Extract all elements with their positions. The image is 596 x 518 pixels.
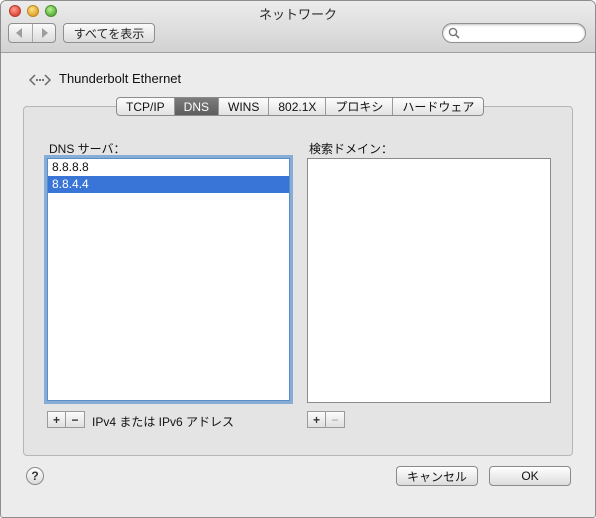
window-title: ネットワーク [258, 7, 337, 22]
add-dns-server-button[interactable]: + [47, 411, 66, 428]
tab-wins[interactable]: WINS [218, 98, 268, 115]
dns-servers-label: DNS サーバ： [49, 142, 126, 156]
forward-button[interactable] [31, 24, 56, 42]
search-domains-add-remove-group: + − [307, 411, 345, 428]
chevron-left-icon [16, 28, 23, 38]
show-all-button[interactable]: すべてを表示 [63, 23, 155, 43]
dns-server-row-selected[interactable]: 8.8.4.4 [48, 176, 289, 193]
chevron-right-icon [41, 28, 48, 38]
add-search-domain-button[interactable]: + [307, 411, 326, 428]
remove-search-domain-button[interactable]: − [326, 411, 345, 428]
dns-add-remove-group: + − [47, 411, 85, 428]
remove-dns-server-button[interactable]: − [66, 411, 85, 428]
tab-802-1x[interactable]: 802.1X [268, 98, 325, 115]
search-domains-list[interactable] [307, 158, 551, 403]
tab-tcp-ip[interactable]: TCP/IP [117, 98, 174, 115]
title-bar: ネットワーク すべてを表示 [1, 1, 595, 53]
search-icon [448, 27, 460, 39]
back-forward-group [8, 23, 56, 43]
dns-servers-list[interactable]: 8.8.8.8 8.8.4.4 [47, 158, 290, 401]
settings-tab-bar: TCP/IP DNS WINS 802.1X プロキシ ハードウェア [116, 97, 485, 116]
tab-dns[interactable]: DNS [173, 98, 219, 115]
dns-settings-sheet: Thunderbolt Ethernet TCP/IP DNS WINS 802… [23, 53, 579, 503]
ethernet-connection-icon [29, 74, 51, 86]
help-button[interactable]: ? [26, 467, 44, 485]
dns-server-row[interactable]: 8.8.8.8 [48, 159, 289, 176]
connection-name: Thunderbolt Ethernet [59, 71, 182, 86]
back-button[interactable] [9, 24, 32, 42]
search-domains-label: 検索ドメイン： [309, 142, 394, 156]
tab-proxies[interactable]: プロキシ [325, 98, 392, 115]
ok-button[interactable]: OK [489, 466, 571, 486]
cancel-button[interactable]: キャンセル [396, 466, 478, 486]
tab-hardware[interactable]: ハードウェア [392, 98, 483, 115]
search-field[interactable] [442, 23, 586, 43]
dns-address-hint: IPv4 または IPv6 アドレス [92, 415, 235, 429]
network-preferences-window: ネットワーク すべてを表示 Thunderbolt Ethernet TCP/I… [0, 0, 596, 518]
